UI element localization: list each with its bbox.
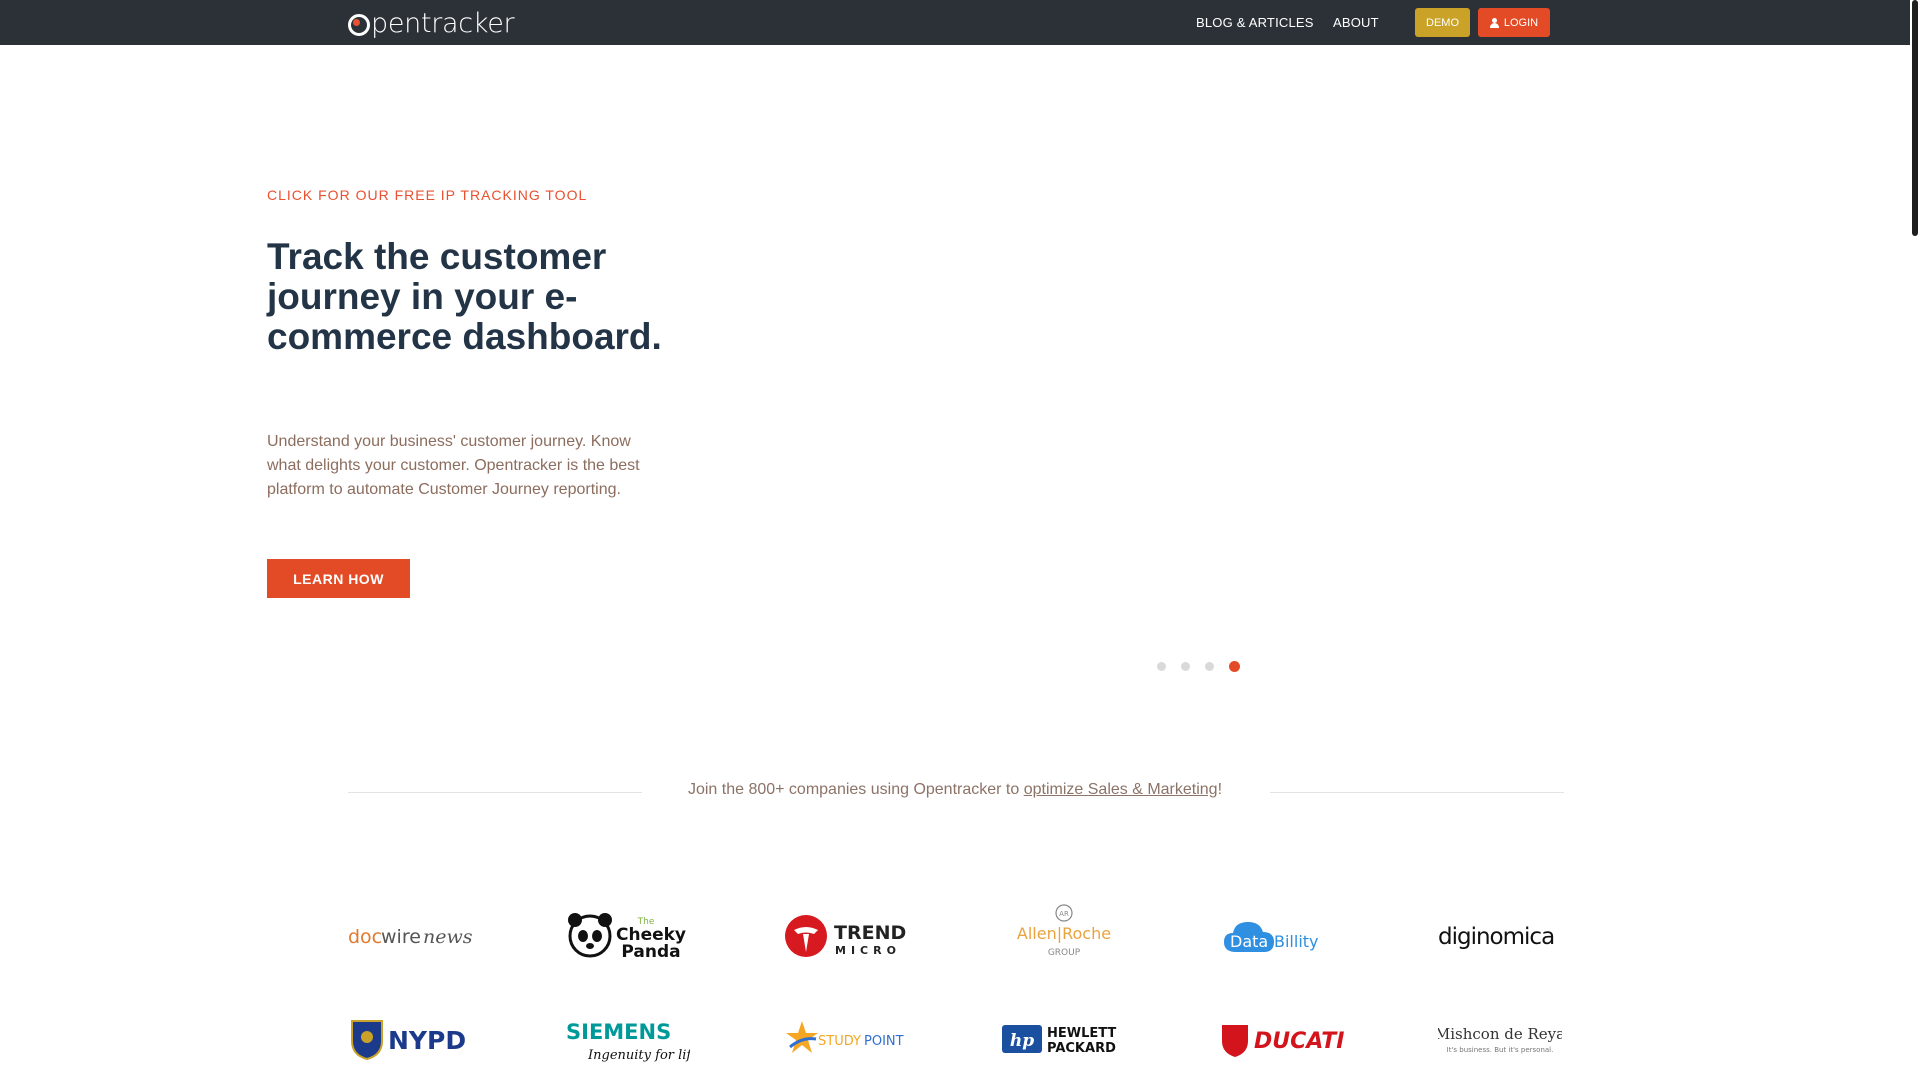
svg-text:DUCATI: DUCATI <box>1254 1029 1344 1054</box>
carousel-dot-4-active[interactable] <box>1229 661 1240 672</box>
svg-text:Billity: Billity <box>1274 932 1319 951</box>
ducati-logo: DUCATI <box>1220 1011 1344 1067</box>
diginomica-logo: diginomica <box>1438 908 1562 964</box>
demo-button[interactable]: DEMO <box>1415 8 1470 37</box>
learn-how-label: LEARN HOW <box>293 570 384 587</box>
login-button[interactable]: LOGIN <box>1478 8 1550 37</box>
svg-text:PACKARD: PACKARD <box>1047 1041 1116 1056</box>
hewlett-packard-logo: hp HEWLETT PACKARD <box>1002 1011 1126 1067</box>
demo-button-label: DEMO <box>1426 16 1459 29</box>
optimize-sales-link[interactable]: optimize Sales & Marketing <box>1024 781 1218 798</box>
trend-micro-logo: TREND MICRO <box>784 908 908 964</box>
siemens-logo: SIEMENS Ingenuity for life <box>566 1014 690 1070</box>
svg-text:news: news <box>423 926 472 948</box>
carousel-dot-1[interactable] <box>1157 662 1166 671</box>
svg-text:Data: Data <box>1230 932 1268 951</box>
top-nav-bar: pentracker BLOG & ARTICLES ABOUT DEMO LO… <box>0 0 1910 45</box>
svg-text:GROUP: GROUP <box>1048 948 1081 958</box>
nypd-logo: NYPD <box>348 1011 472 1067</box>
svg-text:NYPD: NYPD <box>388 1026 466 1055</box>
svg-text:doc: doc <box>348 926 382 948</box>
opentracker-logo[interactable]: pentracker <box>348 7 515 39</box>
hero-title: Track the customer journey in your e-com… <box>267 236 662 357</box>
svg-text:wire: wire <box>381 926 421 948</box>
svg-text:MICRO: MICRO <box>835 944 901 957</box>
logo-o-icon <box>348 14 370 36</box>
svg-text:Mishcon de Reya: Mishcon de Reya <box>1438 1025 1562 1043</box>
svg-text:POINT: POINT <box>864 1034 904 1049</box>
svg-text:diginomica: diginomica <box>1438 924 1554 950</box>
studypoint-logo: STUDY POINT <box>784 1011 908 1067</box>
carousel-dots <box>1157 661 1240 672</box>
user-icon <box>1489 17 1499 28</box>
cheeky-panda-logo: The Cheeky Panda <box>566 908 690 964</box>
mishcon-de-reya-logo: Mishcon de Reya It's business. But it's … <box>1438 1011 1562 1067</box>
nav-link-blog[interactable]: BLOG & ARTICLES <box>1196 15 1314 30</box>
companies-tagline: Join the 800+ companies using Opentracke… <box>520 781 1390 799</box>
carousel-dot-2[interactable] <box>1181 662 1190 671</box>
hero-description: Understand your business' customer journ… <box>267 433 640 498</box>
svg-text:It's business. But it's person: It's business. But it's personal. <box>1447 1046 1554 1054</box>
svg-text:TREND: TREND <box>834 922 906 944</box>
companies-text-after: ! <box>1217 781 1223 798</box>
svg-text:SIEMENS: SIEMENS <box>566 1020 671 1044</box>
learn-how-button[interactable]: LEARN HOW <box>267 559 410 598</box>
svg-text:HEWLETT: HEWLETT <box>1047 1026 1116 1041</box>
databillity-logo: Data Billity <box>1220 908 1344 964</box>
svg-text:STUDY: STUDY <box>818 1034 861 1049</box>
scrollbar-thumb[interactable] <box>1912 0 1918 236</box>
carousel-dot-3[interactable] <box>1205 662 1214 671</box>
free-ip-tool-link[interactable]: CLICK FOR OUR FREE IP TRACKING TOOL <box>267 187 587 203</box>
svg-text:AR: AR <box>1059 910 1069 918</box>
svg-text:hp: hp <box>1010 1031 1034 1051</box>
nav-link-about[interactable]: ABOUT <box>1333 15 1379 30</box>
svg-text:Panda: Panda <box>621 942 680 960</box>
docwirenews-logo: doc wire news <box>348 908 472 964</box>
logo-wordmark: pentracker <box>371 7 515 39</box>
companies-text-before: Join the 800+ companies using Opentracke… <box>687 781 1024 798</box>
svg-text:Ingenuity for life: Ingenuity for life <box>587 1048 690 1063</box>
allen-roche-logo: AR Allen|Roche GROUP <box>1002 904 1126 960</box>
login-button-label: LOGIN <box>1503 16 1539 29</box>
svg-text:Allen|Roche: Allen|Roche <box>1017 924 1111 943</box>
